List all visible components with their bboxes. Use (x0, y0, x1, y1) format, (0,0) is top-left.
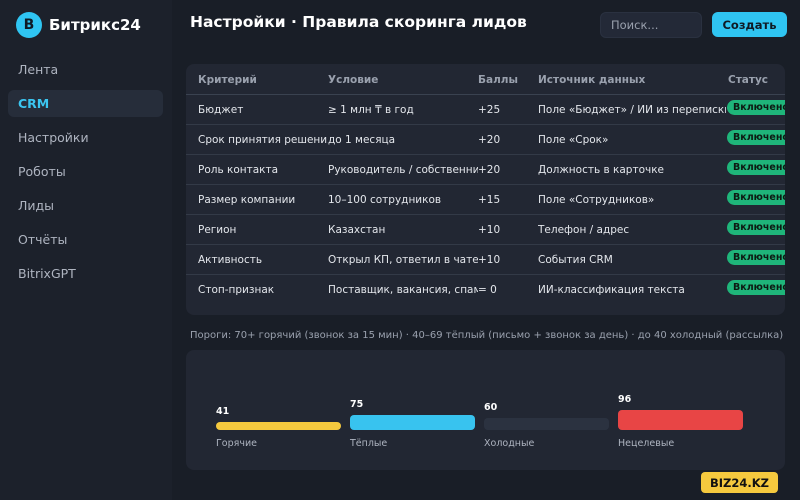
column-header-criterion[interactable]: Критерий (198, 74, 328, 86)
cell-source: ИИ-классификация текста (538, 284, 685, 296)
status-badge[interactable]: Включено (727, 160, 785, 175)
cell-source: Телефон / адрес (538, 224, 630, 236)
sidebar-item-crm[interactable]: CRM (8, 90, 163, 117)
segment-label: Горячие (216, 438, 257, 449)
cell-points: +10 (478, 254, 501, 266)
table-row[interactable]: Роль контакта Руководитель / собственник… (186, 155, 785, 185)
sidebar-item-leads[interactable]: Лиды (8, 192, 163, 219)
column-header-points[interactable]: Баллы (478, 74, 534, 86)
cell-points: +15 (478, 194, 501, 206)
scoring-rules-table: Критерий Условие Баллы Источник данных С… (186, 64, 785, 315)
cell-criterion: Бюджет (198, 104, 244, 116)
page-title: Настройки · Правила скоринга лидов (190, 13, 527, 31)
table-row[interactable]: Бюджет ≥ 1 млн ₸ в год +25 Поле «Бюджет»… (186, 95, 785, 125)
column-header-status[interactable]: Статус (728, 74, 768, 86)
create-button[interactable]: Создать (712, 12, 787, 37)
cell-criterion: Стоп-признак (198, 284, 275, 296)
status-badge[interactable]: Включено (727, 190, 785, 205)
segment-label: Холодные (484, 438, 535, 449)
segment-count: 41 (216, 406, 230, 417)
segment-bar (216, 422, 341, 430)
cell-points: +20 (478, 134, 501, 146)
segment-hot[interactable]: 41 Горячие (216, 350, 341, 449)
status-badge[interactable]: Включено (727, 100, 785, 115)
table-row[interactable]: Срок принятия решения до 1 месяца +20 По… (186, 125, 785, 155)
sidebar-item-bitrixgpt[interactable]: BitrixGPT (8, 260, 163, 287)
column-header-source[interactable]: Источник данных (538, 74, 726, 86)
search-input[interactable] (600, 12, 702, 38)
segment-count: 75 (350, 399, 364, 410)
segment-label: Нецелевые (618, 438, 675, 449)
cell-criterion: Срок принятия решения (198, 134, 328, 146)
segment-count: 60 (484, 402, 498, 413)
brand[interactable]: B Битрикс24 (16, 12, 141, 38)
sidebar: B Битрикс24 Лента CRM Настройки Роботы Л… (0, 0, 172, 500)
cell-source: Поле «Сотрудников» (538, 194, 655, 206)
cell-condition: 10–100 сотрудников (328, 194, 442, 206)
cell-source: Должность в карточке (538, 164, 665, 176)
cell-condition: Руководитель / собственник (328, 164, 478, 176)
cell-source: Поле «Бюджет» / ИИ из переписки (538, 104, 726, 116)
segment-bar-fill (216, 422, 341, 430)
thresholds-note: Пороги: 70+ горячий (звонок за 15 мин) ·… (190, 330, 784, 341)
segment-non-target[interactable]: 96 Нецелевые (618, 350, 743, 449)
brand-name: Битрикс24 (49, 16, 141, 34)
segment-bar (618, 410, 743, 430)
sidebar-item-robots[interactable]: Роботы (8, 158, 163, 185)
cell-criterion: Роль контакта (198, 164, 279, 176)
cell-condition: до 1 месяца (328, 134, 396, 146)
status-badge[interactable]: Включено (727, 130, 785, 145)
cell-criterion: Активность (198, 254, 263, 266)
status-badge[interactable]: Включено (727, 220, 785, 235)
cell-condition: Казахстан (328, 224, 386, 236)
sidebar-item-reports[interactable]: Отчёты (8, 226, 163, 253)
sidebar-item-feed[interactable]: Лента (8, 56, 163, 83)
cell-source: Поле «Срок» (538, 134, 609, 146)
table-row[interactable]: Размер компании 10–100 сотрудников +15 П… (186, 185, 785, 215)
segment-bar (350, 415, 475, 430)
cell-condition: Поставщик, вакансия, спам (328, 284, 478, 296)
sidebar-item-settings[interactable]: Настройки (8, 124, 163, 151)
cell-condition: ≥ 1 млн ₸ в год (328, 104, 414, 116)
status-badge[interactable]: Включено (727, 250, 785, 265)
watermark-badge: BIZ24.KZ (701, 472, 778, 493)
segment-count: 96 (618, 394, 632, 405)
table-row[interactable]: Стоп-признак Поставщик, вакансия, спам =… (186, 275, 785, 305)
lead-segments-panel: 41 Горячие 75 Тёплые 60 Холодные 96 Неце… (186, 350, 785, 470)
cell-source: События CRM (538, 254, 613, 266)
cell-points: = 0 (478, 284, 497, 296)
segment-bar (484, 418, 609, 430)
cell-criterion: Регион (198, 224, 237, 236)
segment-bar-fill (618, 410, 743, 430)
segment-bar-fill (484, 418, 609, 430)
status-badge[interactable]: Включено (727, 280, 785, 295)
column-header-condition[interactable]: Условие (328, 74, 478, 86)
cell-points: +25 (478, 104, 501, 116)
segment-cold[interactable]: 60 Холодные (484, 350, 609, 449)
cell-points: +20 (478, 164, 501, 176)
cell-condition: Открыл КП, ответил в чате (328, 254, 478, 266)
bitrix-logo-icon: B (16, 12, 42, 38)
table-row[interactable]: Регион Казахстан +10 Телефон / адрес Вкл… (186, 215, 785, 245)
table-row[interactable]: Активность Открыл КП, ответил в чате +10… (186, 245, 785, 275)
segment-bar-fill (350, 415, 475, 430)
segment-warm[interactable]: 75 Тёплые (350, 350, 475, 449)
cell-points: +10 (478, 224, 501, 236)
cell-criterion: Размер компании (198, 194, 296, 206)
segment-label: Тёплые (350, 438, 388, 449)
